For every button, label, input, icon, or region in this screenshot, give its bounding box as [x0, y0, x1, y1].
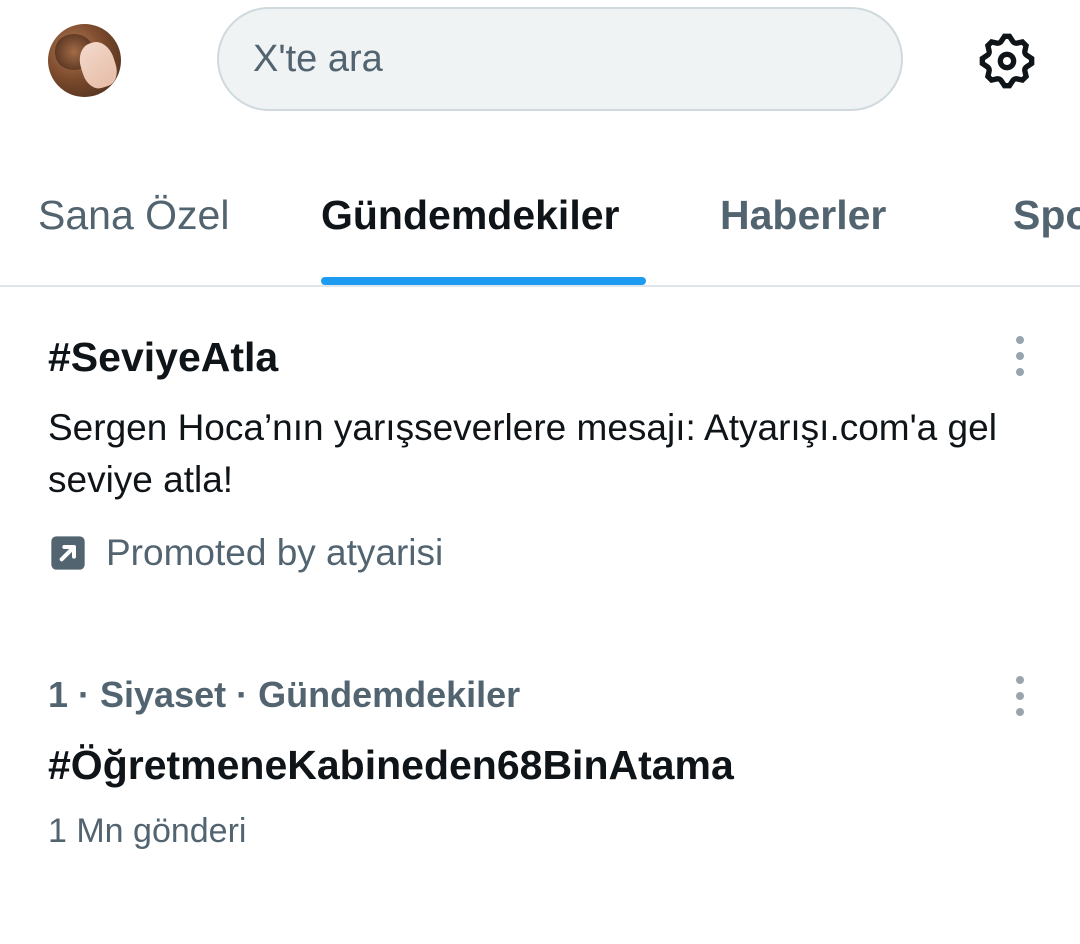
search-bar[interactable] [217, 7, 903, 111]
search-input[interactable] [219, 9, 901, 109]
trend-title: #ÖğretmeneKabineden68BinAtama [48, 742, 734, 788]
tab-haberler[interactable]: Haberler [720, 192, 886, 239]
avatar[interactable] [48, 24, 121, 97]
tab-sana-ozel[interactable]: Sana Özel [38, 192, 229, 239]
top-bar [0, 0, 1080, 130]
tab-spor[interactable]: Spo [1013, 192, 1080, 239]
more-vertical-icon[interactable] [1009, 676, 1031, 716]
trend-item-promoted[interactable]: #SeviyeAtla Sergen Hoca’nın yarışseverle… [0, 320, 1080, 600]
promoted-by-text: Promoted by atyarisi [106, 532, 444, 573]
active-tab-indicator [321, 277, 646, 285]
more-vertical-icon[interactable] [1009, 336, 1031, 376]
gear-icon[interactable] [972, 26, 1042, 96]
trend-item[interactable]: 1 · Siyaset · Gündemdekiler #ÖğretmeneKa… [0, 660, 1080, 860]
promoted-label: Promoted by atyarisi [48, 532, 443, 574]
tabs-divider [0, 285, 1080, 287]
trend-meta: 1 · Siyaset · Gündemdekiler [48, 674, 521, 715]
trend-post-count: 1 Mn gönderi [48, 812, 247, 850]
trend-description: Sergen Hoca’nın yarışseverlere mesajı: A… [48, 407, 997, 500]
trend-title: #SeviyeAtla [48, 334, 279, 380]
promoted-arrow-icon [48, 533, 88, 573]
explore-tabs: Sana Özel Gündemdekiler Haberler Spo [0, 160, 1080, 287]
tab-gundemdekiler[interactable]: Gündemdekiler [321, 192, 619, 239]
